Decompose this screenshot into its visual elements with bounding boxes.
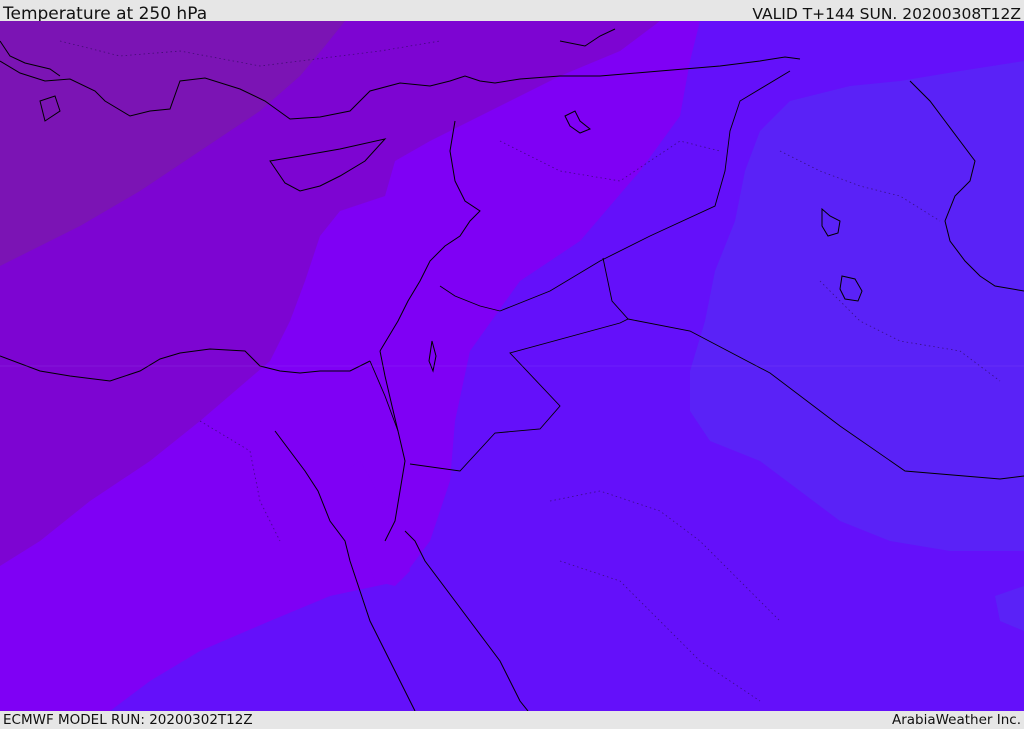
header-bar: Temperature at 250 hPa VALID T+144 SUN. … [0, 0, 1024, 24]
footer-bar: ECMWF MODEL RUN: 20200302T12Z ArabiaWeat… [0, 711, 1024, 729]
credit-label: ArabiaWeather Inc. [891, 712, 1021, 728]
model-run-label: ECMWF MODEL RUN: 20200302T12Z [3, 712, 253, 728]
temperature-map [0, 21, 1024, 711]
